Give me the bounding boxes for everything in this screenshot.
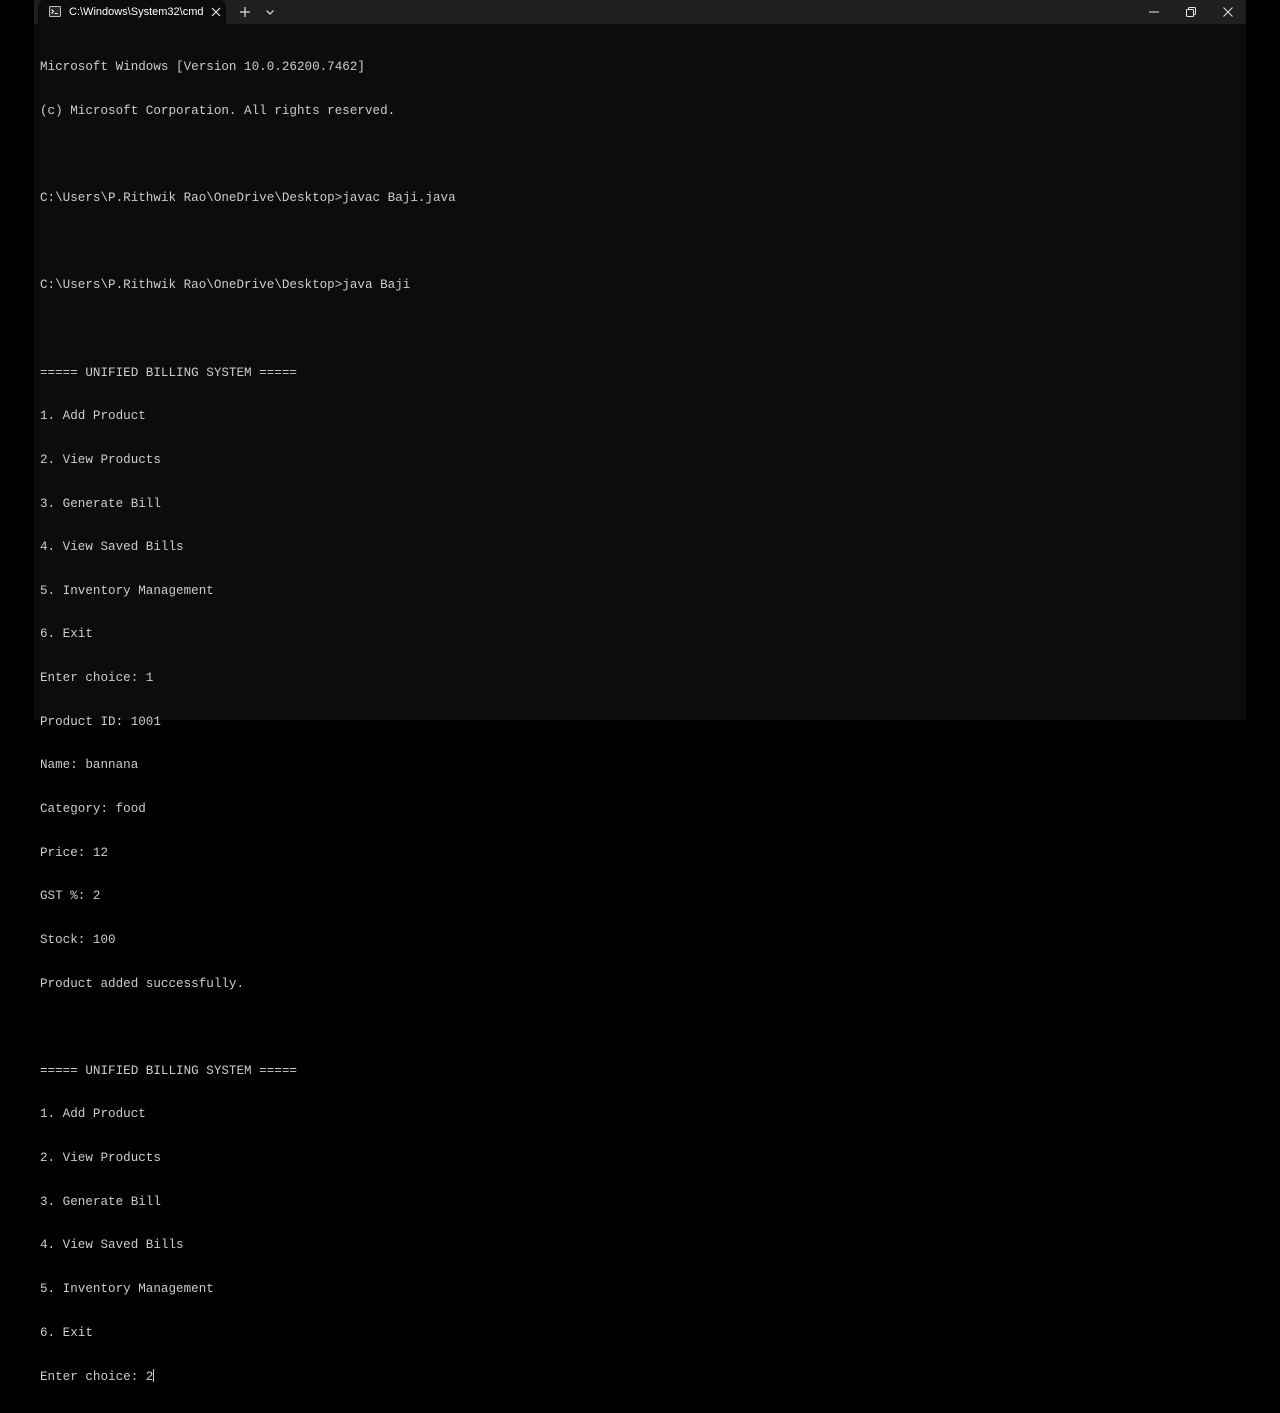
terminal-line: 1. Add Product bbox=[40, 409, 146, 424]
terminal-line: 6. Exit bbox=[40, 1325, 93, 1340]
terminal-line: ===== UNIFIED BILLING SYSTEM ===== bbox=[40, 1063, 297, 1078]
terminal-line: Product added successfully. bbox=[40, 976, 245, 991]
prompt-line[interactable]: Enter choice: 2 bbox=[40, 1369, 456, 1384]
tab-title: C:\Windows\System32\cmd.e bbox=[69, 6, 203, 18]
terminal-line: GST %: 2 bbox=[40, 889, 101, 904]
terminal-line: 6. Exit bbox=[40, 627, 93, 642]
terminal-line: 5. Inventory Management bbox=[40, 583, 214, 598]
minimize-icon[interactable] bbox=[1148, 6, 1160, 18]
command-prompt-icon bbox=[49, 6, 61, 17]
terminal-line: C:\Users\P.Rithwik Rao\OneDrive\Desktop>… bbox=[40, 278, 411, 293]
terminal-line: Name: bannana bbox=[40, 758, 139, 773]
prompt-text[interactable]: Enter choice: 2 bbox=[40, 1370, 153, 1384]
terminal-line: 2. View Products bbox=[40, 452, 161, 467]
terminal-line: 1. Add Product bbox=[40, 1107, 146, 1122]
new-tab-plus-icon[interactable] bbox=[238, 5, 252, 19]
close-icon[interactable] bbox=[1222, 6, 1234, 18]
terminal-line: Product ID: 1001 bbox=[40, 714, 161, 729]
terminal-line: Category: food bbox=[40, 801, 146, 816]
terminal-line: 5. Inventory Management bbox=[40, 1282, 214, 1297]
terminal-output[interactable]: Microsoft Windows [Version 10.0.26200.74… bbox=[40, 31, 456, 1413]
terminal-line: Price: 12 bbox=[40, 845, 109, 860]
terminal-line: ===== UNIFIED BILLING SYSTEM ===== bbox=[40, 365, 297, 380]
terminal-line: C:\Users\P.Rithwik Rao\OneDrive\Desktop>… bbox=[40, 191, 456, 206]
tab-cmd[interactable]: C:\Windows\System32\cmd.e bbox=[38, 0, 226, 24]
terminal-line: 4. View Saved Bills bbox=[40, 540, 184, 555]
restore-icon[interactable] bbox=[1185, 6, 1197, 18]
chevron-down-icon[interactable] bbox=[264, 6, 276, 18]
terminal-line: 3. Generate Bill bbox=[40, 496, 161, 511]
terminal-line: (c) Microsoft Corporation. All rights re… bbox=[40, 103, 396, 118]
terminal-line: Microsoft Windows [Version 10.0.26200.74… bbox=[40, 60, 365, 75]
terminal-line: Stock: 100 bbox=[40, 932, 116, 947]
terminal-line: 4. View Saved Bills bbox=[40, 1238, 184, 1253]
text-cursor bbox=[153, 1369, 155, 1383]
terminal-line: 3. Generate Bill bbox=[40, 1194, 161, 1209]
terminal-line: 2. View Products bbox=[40, 1151, 161, 1166]
terminal-window: C:\Windows\System32\cmd.e Microsoft Wind… bbox=[34, 0, 1246, 1384]
terminal-line: Enter choice: 1 bbox=[40, 671, 154, 686]
title-bar[interactable]: C:\Windows\System32\cmd.e bbox=[34, 0, 1246, 24]
tab-close-icon[interactable] bbox=[210, 6, 222, 18]
